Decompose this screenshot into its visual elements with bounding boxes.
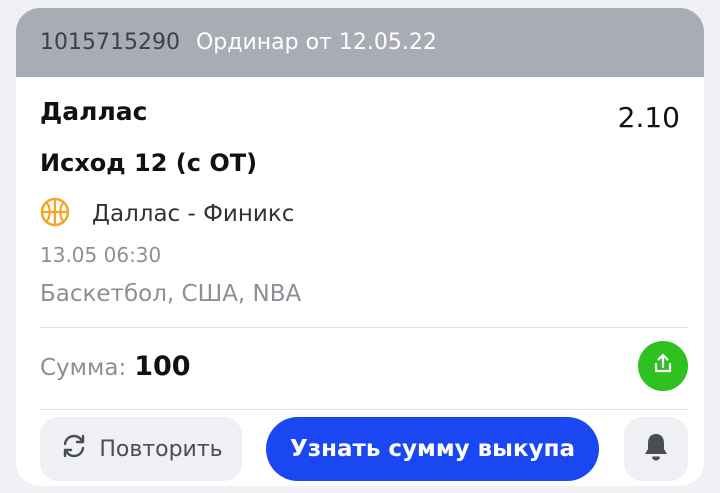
event-datetime: 13.05 06:30 xyxy=(40,243,162,267)
divider xyxy=(40,327,688,328)
repeat-label: Повторить xyxy=(99,436,223,462)
cashout-label: Узнать сумму выкупа xyxy=(290,436,575,462)
outcome-label: Исход 12 (с ОТ) xyxy=(40,149,258,177)
share-icon xyxy=(651,352,675,380)
share-button[interactable] xyxy=(638,341,688,391)
sum-row: Сумма: 100 xyxy=(40,351,191,382)
refresh-icon xyxy=(59,431,89,467)
odds-value: 2.10 xyxy=(617,101,680,134)
bet-header: 1015715290 Ординар от 12.05.22 xyxy=(16,8,704,77)
sum-label: Сумма: xyxy=(40,355,127,381)
bell-icon xyxy=(641,431,671,467)
team-name: Даллас xyxy=(40,97,148,126)
bet-id: 1015715290 xyxy=(40,30,180,55)
cashout-button[interactable]: Узнать сумму выкупа xyxy=(266,417,599,481)
sum-value: 100 xyxy=(134,351,191,382)
divider xyxy=(40,409,688,410)
league-label: Баскетбол, США, NBA xyxy=(40,281,302,307)
event-name: Даллас - Финикс xyxy=(92,201,295,227)
basketball-icon xyxy=(40,197,70,231)
bet-card: 1015715290 Ординар от 12.05.22 Даллас 2.… xyxy=(16,8,704,486)
repeat-button[interactable]: Повторить xyxy=(40,417,242,481)
event-row[interactable]: Даллас - Финикс xyxy=(40,197,294,231)
bet-type: Ординар от 12.05.22 xyxy=(195,30,437,55)
notification-button[interactable] xyxy=(624,417,688,481)
